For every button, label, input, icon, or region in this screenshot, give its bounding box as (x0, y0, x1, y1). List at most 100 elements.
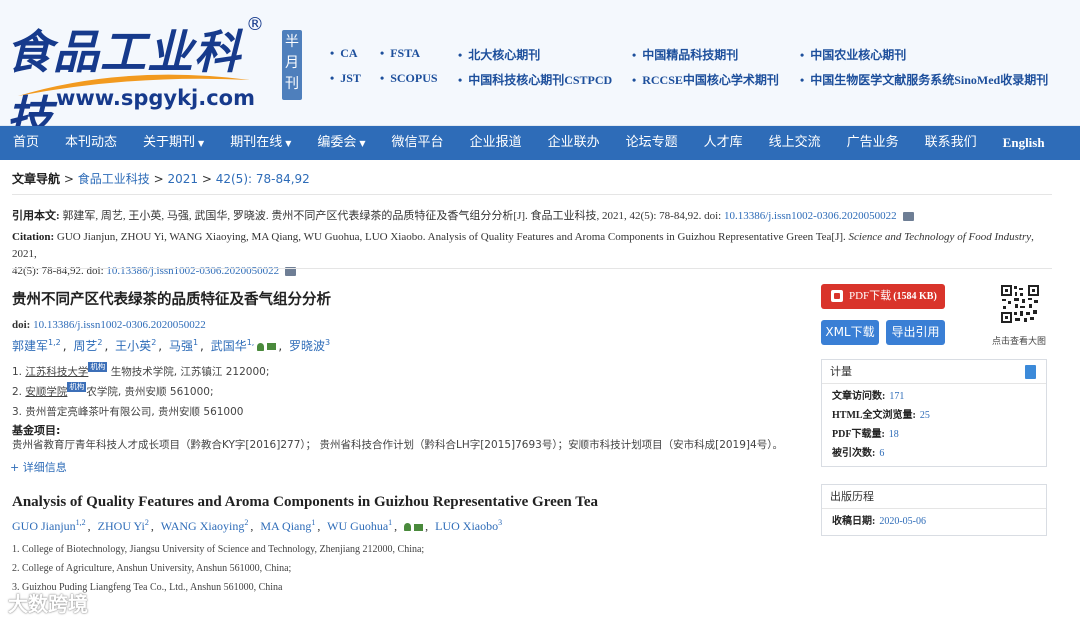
institution-badge[interactable]: 机构 (67, 382, 87, 392)
breadcrumb-journal-link[interactable]: 食品工业科技 (78, 172, 150, 186)
nav-home[interactable]: 首页 (0, 126, 52, 160)
divider (12, 194, 1052, 195)
nav-about[interactable]: 关于期刊 ▼ (130, 126, 217, 160)
breadcrumb-year-link[interactable]: 2021 (167, 172, 198, 186)
mail-icon[interactable] (267, 343, 277, 350)
nav-label: 本刊动态 (65, 135, 118, 150)
nav-wechat[interactable]: 微信平台 (379, 126, 457, 160)
qr-caption: 点击查看大图 (992, 337, 1047, 347)
author-link[interactable]: LUO Xiaobo3 (435, 518, 502, 533)
author-sup: 2 (144, 518, 149, 527)
nav-online-exchange[interactable]: 线上交流 (756, 126, 834, 160)
aff-num: 1. (12, 366, 23, 378)
author-link[interactable]: WANG Xiaoying2 (161, 518, 249, 533)
history-panel: 出版历程 收稿日期: 2020-05-06 (821, 484, 1047, 536)
author-sup: 1 (311, 518, 316, 527)
institution-badge[interactable]: 机构 (88, 362, 108, 372)
aff-institution-link[interactable]: 安顺学院 (25, 386, 67, 398)
breadcrumb: 文章导航 > 食品工业科技 > 2021 > 42(5): 78-84,92 (12, 170, 310, 187)
badge-char: 刊 (285, 76, 299, 92)
nav-contact[interactable]: 联系我们 (912, 126, 990, 160)
metric-label: HTML全文浏览量: (832, 410, 916, 421)
citation-en-doi-link[interactable]: 10.13386/j.issn1002-0306.2020050022 (106, 265, 279, 277)
index-sinomed: 中国生物医学文献服务系统SinoMed收录期刊 (800, 71, 1048, 88)
document-icon[interactable] (1025, 365, 1036, 379)
metric-label: PDF下载量: (832, 429, 885, 440)
metric-label: 被引次数: (832, 448, 876, 459)
index-agri-core: 中国农业核心期刊 (800, 46, 906, 63)
nav-ads[interactable]: 广告业务 (834, 126, 912, 160)
author-link[interactable]: MA Qiang1 (260, 518, 316, 533)
journal-logo[interactable]: 食品工业科技 ® www.spgykj.com (4, 10, 274, 145)
citation-cn-doi-link[interactable]: 10.13386/j.issn1002-0306.2020050022 (724, 210, 897, 222)
affiliation-cn: 1. 江苏科技大学 机构 生物技术学院, 江苏镇江 212000; (12, 362, 269, 379)
author-name: WU Guohua (327, 519, 389, 533)
author-sup: 2 (244, 518, 249, 527)
nav-english[interactable]: English (990, 126, 1058, 160)
xml-download-button[interactable]: XML下载 (821, 320, 879, 345)
index-fsta: FSTA (380, 46, 420, 61)
nav-editorial[interactable]: 编委会 ▼ (304, 126, 378, 160)
nav-news[interactable]: 本刊动态 (52, 126, 130, 160)
nav-label: 论坛专题 (625, 135, 678, 150)
metrics-panel: 计量 文章访问数: 171 HTML全文浏览量: 25 PDF下载量: 18 被引次数… (821, 359, 1047, 467)
author-link[interactable]: 罗晓波3 (289, 338, 331, 353)
nav-online[interactable]: 期刊在线 ▼ (217, 126, 304, 160)
author-link[interactable]: 马强1 (169, 338, 199, 353)
author-link[interactable]: 王小英2 (115, 338, 157, 353)
detail-info-toggle[interactable]: + 详细信息 (10, 459, 67, 475)
author-sup: 1, (246, 338, 255, 347)
breadcrumb-sep: > (201, 172, 212, 186)
nav-label: 期刊在线 (230, 135, 283, 150)
pdf-download-button[interactable]: PDF下载 (1584 KB) (821, 284, 945, 309)
article-title-en: Analysis of Quality Features and Aroma C… (12, 494, 599, 510)
article-title-cn: 贵州不同产区代表绿茶的品质特征及香气组分分析 (12, 292, 331, 308)
metric-citations: 被引次数: 6 (822, 444, 1046, 463)
aff-institution-link[interactable]: 江苏科技大学 (25, 366, 88, 378)
author-sup: 1,2 (48, 338, 61, 347)
nav-label: 编委会 (317, 135, 357, 150)
author-name: 罗晓波 (289, 339, 326, 353)
metric-value[interactable]: 25 (920, 410, 930, 421)
author-link[interactable]: 武国华1, (211, 338, 255, 353)
nav-label: 广告业务 (846, 135, 899, 150)
mail-icon[interactable] (414, 523, 424, 531)
nav-enterprise-joint[interactable]: 企业联办 (535, 126, 613, 160)
copy-icon[interactable] (902, 211, 914, 221)
author-link[interactable]: WU Guohua1 (327, 518, 392, 533)
qr-code-icon[interactable] (1000, 284, 1040, 324)
metric-value[interactable]: 171 (889, 391, 904, 402)
author-link[interactable]: 郭建军1,2 (12, 338, 61, 353)
breadcrumb-sep: > (63, 172, 74, 186)
author-sup: 2 (151, 338, 157, 347)
metric-value[interactable]: 6 (879, 448, 884, 459)
index-scopus: SCOPUS (380, 71, 437, 86)
export-citation-button[interactable]: 导出引用 (886, 320, 945, 345)
registered-mark: ® (246, 14, 264, 35)
main-nav: 首页 本刊动态 关于期刊 ▼ 期刊在线 ▼ 编委会 ▼ 微信平台 企业报道 企业联办 … (0, 126, 1080, 160)
breadcrumb-label: 文章导航 (12, 172, 61, 186)
doi-link[interactable]: 10.13386/j.issn1002-0306.2020050022 (33, 319, 206, 331)
metric-visits: 文章访问数: 171 (822, 387, 1046, 406)
author-link[interactable]: GUO Jianjun1,2 (12, 518, 86, 533)
author-link[interactable]: 周艺2 (73, 338, 103, 353)
metric-value[interactable]: 18 (889, 429, 899, 440)
nav-talent[interactable]: 人才库 (691, 126, 756, 160)
authors-en: GUO Jianjun1,2, ZHOU Yi2, WANG Xiaoying2… (12, 518, 503, 533)
nav-enterprise-report[interactable]: 企业报道 (457, 126, 535, 160)
metrics-header: 计量 (822, 360, 1046, 384)
author-sup: 1 (192, 338, 199, 347)
aff-num: 2. (12, 386, 23, 398)
nav-label: 微信平台 (391, 135, 444, 150)
metric-label: 文章访问数: (832, 391, 886, 402)
metric-html-views: HTML全文浏览量: 25 (822, 406, 1046, 425)
nav-label: 联系我们 (924, 135, 977, 150)
metric-pdf-downloads: PDF下载量: 18 (822, 425, 1046, 444)
authors-cn: 郭建军1,2, 周艺2, 王小英2, 马强1, 武国华1,, 罗晓波3 (12, 338, 331, 353)
author-sup: 2 (97, 338, 103, 347)
caret-down-icon: ▼ (285, 139, 292, 148)
author-sup: 3 (325, 338, 331, 347)
breadcrumb-issue-link[interactable]: 42(5): 78-84,92 (216, 172, 310, 186)
nav-forum[interactable]: 论坛专题 (613, 126, 691, 160)
author-link[interactable]: ZHOU Yi2 (98, 518, 149, 533)
